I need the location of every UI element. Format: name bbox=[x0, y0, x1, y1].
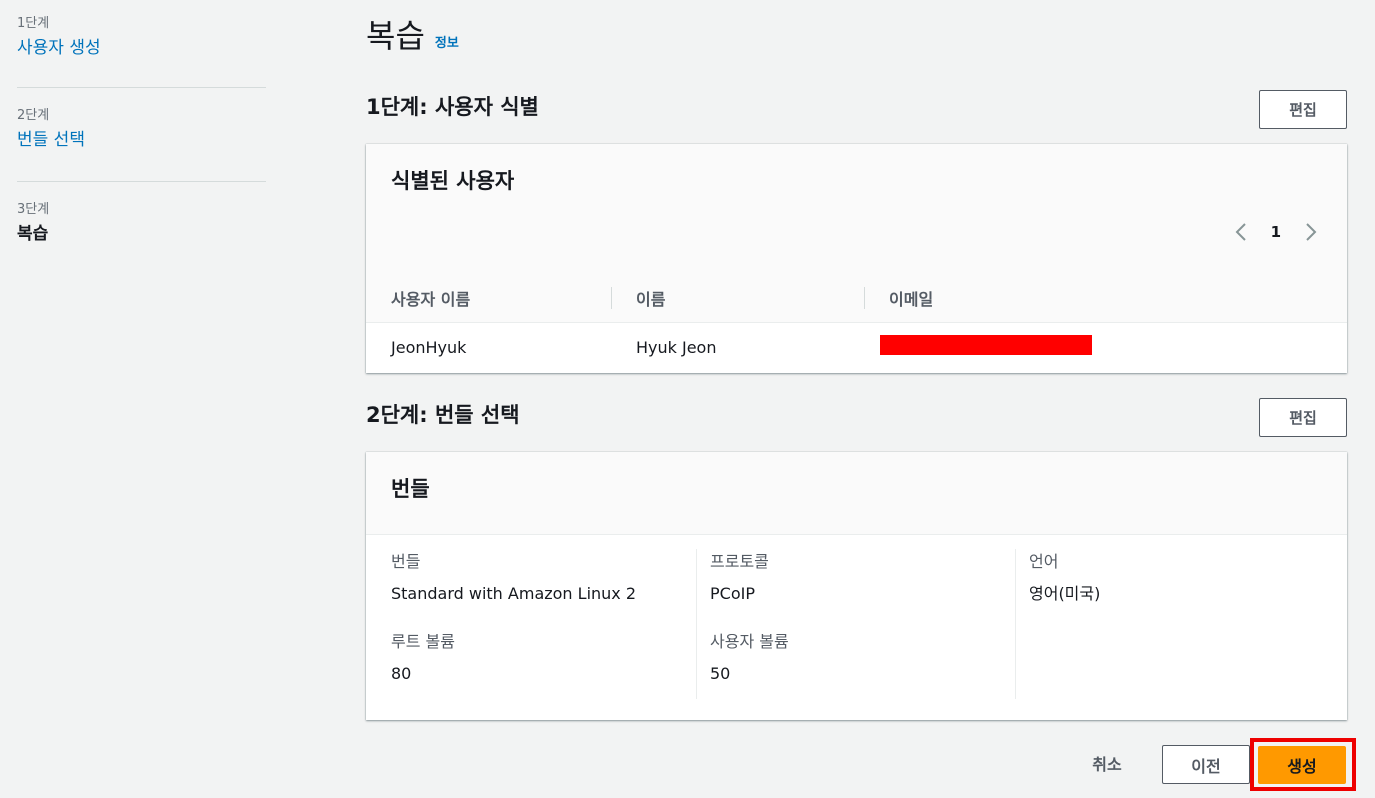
details-col-2: 프로토콜 PCoIP 사용자 볼륨 50 bbox=[696, 549, 1015, 699]
bundle-details: 번들 Standard with Amazon Linux 2 루트 볼륨 80… bbox=[366, 535, 1347, 713]
page-header: 복습 정보 bbox=[366, 14, 459, 58]
users-table-header-row: 사용자 이름 이름 이메일 bbox=[366, 275, 1347, 323]
previous-button[interactable]: 이전 bbox=[1162, 745, 1250, 784]
details-col-1: 번들 Standard with Amazon Linux 2 루트 볼륨 80 bbox=[366, 549, 696, 699]
details-col-3: 언어 영어(미국) bbox=[1015, 549, 1347, 699]
step-2: 2단계 번들 선택 bbox=[17, 87, 266, 181]
protocol-label: 프로토콜 bbox=[710, 552, 769, 571]
cancel-button[interactable]: 취소 bbox=[1077, 746, 1137, 780]
language-value: 영어(미국) bbox=[1029, 584, 1101, 603]
identified-users-header: 식별된 사용자 1 bbox=[366, 144, 1347, 275]
step2-title: 2단계: 번들 선택 bbox=[366, 403, 520, 427]
col-name[interactable]: 이름 bbox=[611, 275, 864, 323]
page-title: 복습 bbox=[366, 17, 425, 55]
step2-section-header: 2단계: 번들 선택 편집 bbox=[366, 398, 1347, 438]
chevron-right-icon[interactable] bbox=[1303, 220, 1319, 244]
bundle-card-title: 번들 bbox=[391, 477, 430, 501]
wizard-steps-nav: 1단계 사용자 생성 2단계 번들 선택 3단계 복습 bbox=[0, 0, 266, 275]
step-1-link[interactable]: 사용자 생성 bbox=[17, 35, 266, 61]
users-table: 사용자 이름 이름 이메일 JeonHyuk Hyuk Jeon bbox=[366, 275, 1347, 372]
step1-edit-button[interactable]: 편집 bbox=[1259, 90, 1347, 129]
step-1-number: 1단계 bbox=[17, 16, 50, 31]
step1-section-header: 1단계: 사용자 식별 편집 bbox=[366, 90, 1347, 130]
bundle-value: Standard with Amazon Linux 2 bbox=[391, 584, 637, 603]
table-row: JeonHyuk Hyuk Jeon bbox=[366, 322, 1347, 372]
redaction-box bbox=[880, 334, 1092, 355]
step-3: 3단계 복습 bbox=[17, 181, 266, 275]
identified-users-title: 식별된 사용자 bbox=[391, 169, 515, 193]
wizard-footer: 취소 이전 생성 bbox=[366, 738, 1356, 791]
identified-users-card: 식별된 사용자 1 사용자 이름 이름 이메일 JeonHyuk Hyuk Je… bbox=[366, 144, 1347, 373]
step-3-number: 3단계 bbox=[17, 202, 50, 217]
info-link[interactable]: 정보 bbox=[435, 32, 459, 51]
chevron-left-icon[interactable] bbox=[1233, 220, 1249, 244]
step-2-link[interactable]: 번들 선택 bbox=[17, 127, 266, 153]
language-label: 언어 bbox=[1029, 552, 1059, 571]
root-volume-label: 루트 볼륨 bbox=[391, 632, 455, 651]
bundle-card-header: 번들 bbox=[366, 452, 1347, 535]
step1-title: 1단계: 사용자 식별 bbox=[366, 95, 539, 119]
protocol-value: PCoIP bbox=[710, 584, 755, 603]
col-email[interactable]: 이메일 bbox=[864, 275, 1347, 323]
step-3-current: 복습 bbox=[17, 224, 49, 244]
bundle-label: 번들 bbox=[391, 552, 421, 571]
user-volume-label: 사용자 볼륨 bbox=[710, 632, 789, 651]
create-button[interactable]: 생성 bbox=[1258, 746, 1346, 784]
root-volume-value: 80 bbox=[391, 664, 412, 683]
step-1: 1단계 사용자 생성 bbox=[0, 0, 266, 87]
user-volume-value: 50 bbox=[710, 664, 731, 683]
bundle-card: 번들 번들 Standard with Amazon Linux 2 루트 볼륨… bbox=[366, 452, 1347, 720]
step-2-number: 2단계 bbox=[17, 108, 50, 123]
pagination: 1 bbox=[1233, 220, 1319, 244]
cell-name: Hyuk Jeon bbox=[636, 337, 717, 357]
cell-email bbox=[864, 322, 1347, 372]
page-number[interactable]: 1 bbox=[1271, 223, 1281, 241]
col-username[interactable]: 사용자 이름 bbox=[366, 275, 611, 323]
create-button-highlight: 생성 bbox=[1250, 738, 1356, 791]
step2-edit-button[interactable]: 편집 bbox=[1259, 398, 1347, 437]
cell-username: JeonHyuk bbox=[391, 337, 467, 357]
